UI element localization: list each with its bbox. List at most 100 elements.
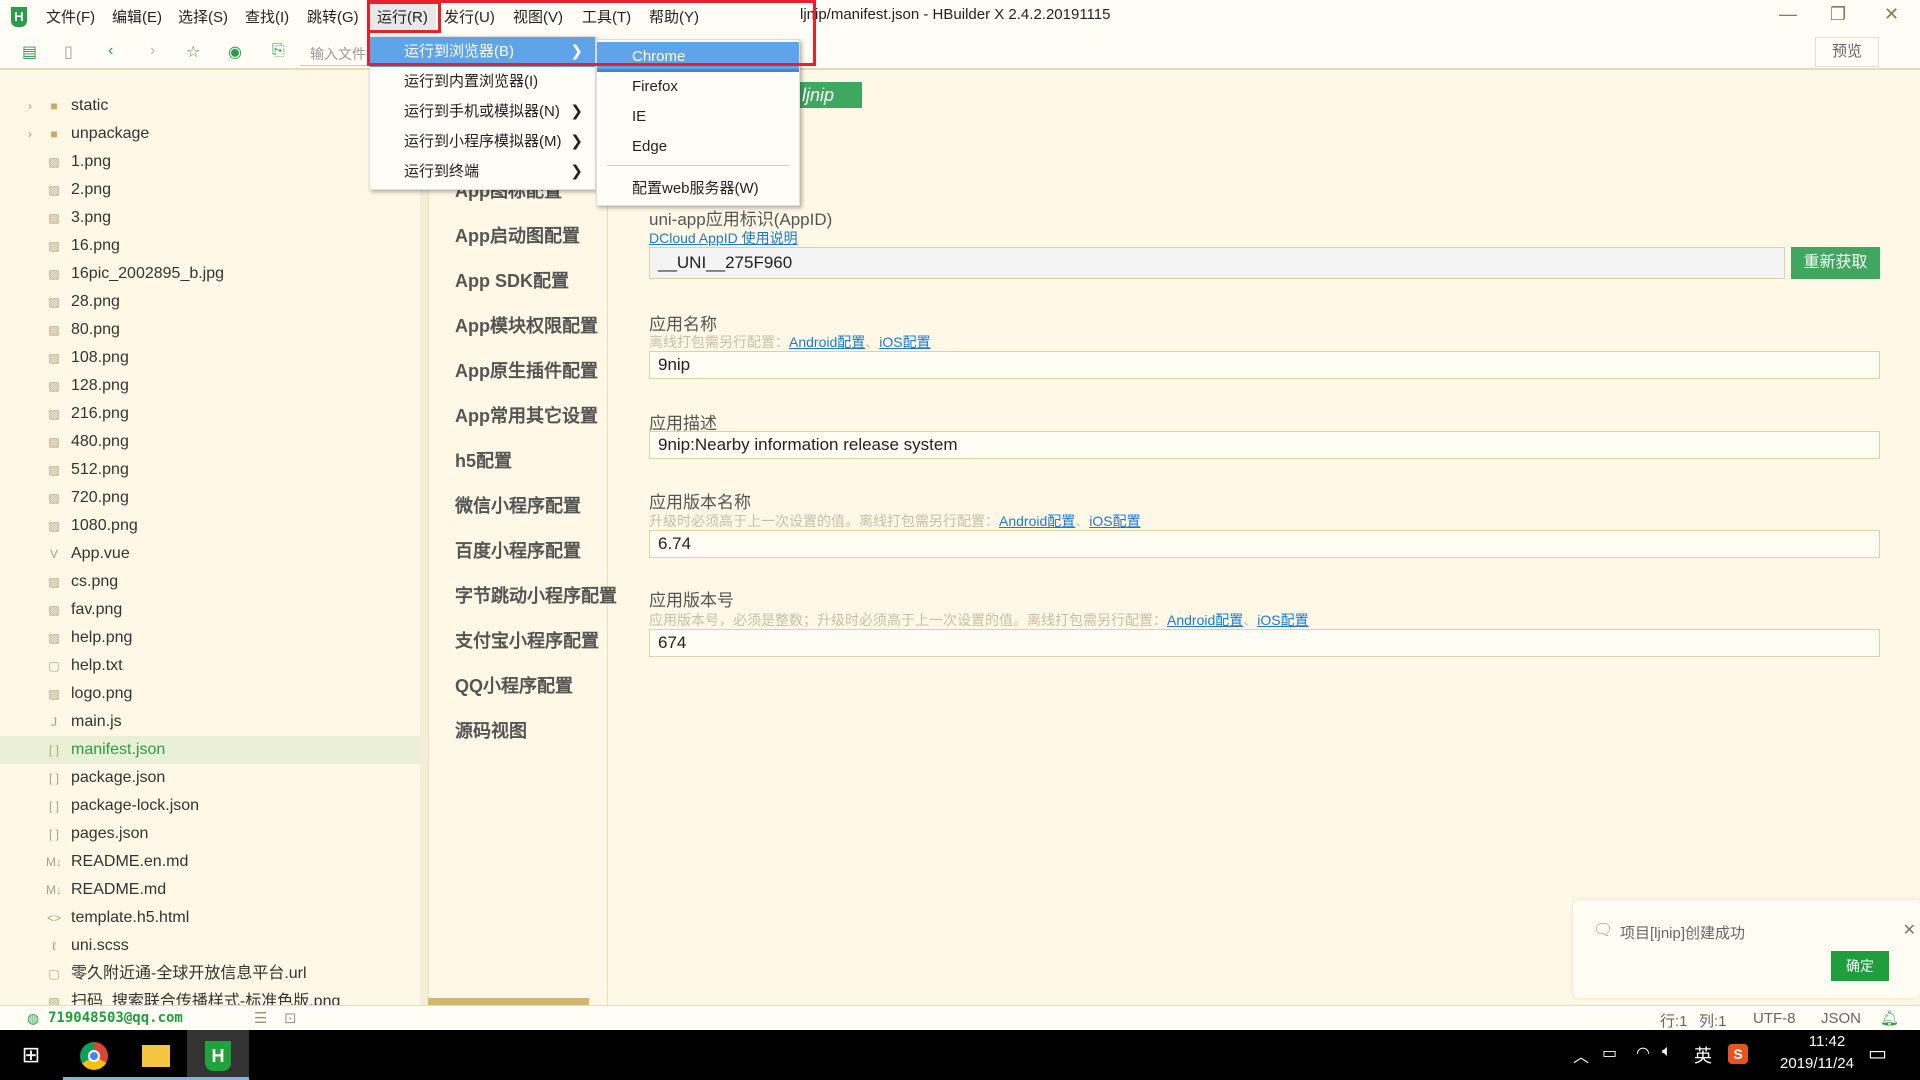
config-nav-item[interactable]: App原生插件配置 [455,357,598,383]
menu-goto[interactable]: 跳转(G) [307,6,359,27]
file-tree-item[interactable]: ▨ 108.png [0,344,420,372]
user-account[interactable]: 719048503@qq.com [48,1010,183,1026]
config-nav-item[interactable]: 支付宝小程序配置 [455,627,599,653]
config-nav-item[interactable]: QQ小程序配置 [455,672,573,698]
config-nav-item[interactable]: h5配置 [455,447,512,473]
file-tree-item[interactable]: ▨ 720.png [0,484,420,512]
run-icon[interactable]: ◉ [228,42,242,62]
windows-start-icon[interactable]: ⊞ [0,1030,62,1080]
file-tree-item[interactable]: <> template.h5.html [0,904,420,932]
file-tree-item[interactable]: › ■ unpackage [0,120,420,148]
ios-config-link[interactable]: iOS配置 [1089,513,1140,529]
file-tree-item[interactable]: ▨ 480.png [0,428,420,456]
volume-icon[interactable]: 🔈︎ [1662,1043,1672,1061]
file-tree-item[interactable]: ▨ logo.png [0,680,420,708]
file-tree-item[interactable]: ▢ help.txt [0,652,420,680]
file-tree-item[interactable]: [ ] pages.json [0,820,420,848]
version-code-input[interactable]: 674 [649,629,1880,657]
menu-view[interactable]: 视图(V) [513,6,563,27]
file-tree-item[interactable]: ℓ uni.scss [0,932,420,960]
clock-date[interactable]: 2019/11/24 [1767,1055,1867,1072]
app-name-input[interactable]: 9nip [649,351,1880,379]
file-tree-item[interactable]: [ ] package.json [0,764,420,792]
app-desc-input[interactable]: 9nip:Nearby information release system [649,431,1880,459]
bell-icon[interactable]: 🔔︎ [1880,1009,1899,1027]
list-icon[interactable]: ☰ [254,1009,267,1027]
file-tree-item[interactable]: ▨ 512.png [0,456,420,484]
file-tree-item[interactable]: ▨ 1080.png [0,512,420,540]
menu-publish[interactable]: 发行(U) [444,6,495,27]
file-tree-item[interactable]: V App.vue [0,540,420,568]
menu-find[interactable]: 查找(I) [245,6,289,27]
file-tree-item[interactable]: ▨ 16pic_2002895_b.jpg [0,260,420,288]
file-tree-item[interactable]: ▨ 1.png [0,148,420,176]
file-tree-item[interactable]: ▨ cs.png [0,568,420,596]
run-to-browser-item[interactable]: 运行到浏览器(B) ❯ [370,37,595,67]
ime-indicator[interactable]: 英 [1694,1042,1712,1068]
run-to-device-item[interactable]: 运行到手机或模拟器(N) ❯ [370,97,595,127]
chevron-right-icon[interactable]: › [28,120,32,148]
android-config-link[interactable]: Android配置 [999,513,1075,529]
hbuilder-taskbar-icon[interactable]: H [187,1030,249,1080]
clock-time[interactable]: 11:42 [1787,1033,1867,1050]
chevron-right-icon[interactable]: › [28,92,32,120]
android-config-link[interactable]: Android配置 [1167,612,1243,628]
file-tree-item[interactable]: ▨ 216.png [0,400,420,428]
config-nav-item[interactable]: App启动图配置 [455,222,580,248]
file-tree-item[interactable]: ▨ fav.png [0,596,420,624]
file-tree-item[interactable]: ▨ 28.png [0,288,420,316]
android-config-link[interactable]: Android配置 [789,334,865,350]
syntax-mode[interactable]: JSON [1821,1010,1861,1027]
file-tree-item[interactable]: ▨ 128.png [0,372,420,400]
terminal-icon[interactable]: ⊡ [284,1009,297,1027]
menu-file[interactable]: 文件(F) [46,6,95,27]
battery-icon[interactable]: ▭ [1602,1043,1617,1063]
file-tree-item[interactable]: ▨ 3.png [0,204,420,232]
forward-icon[interactable]: › [150,42,155,60]
find-file-icon[interactable]: ⎘ [272,42,285,60]
back-icon[interactable]: ‹ [108,42,113,60]
file-tree-item[interactable]: › ■ static [0,92,420,120]
browser-firefox-item[interactable]: Firefox [597,72,799,102]
menu-tools[interactable]: 工具(T) [582,6,631,27]
file-tree-item[interactable]: ▨ 16.png [0,232,420,260]
file-tree-item[interactable]: ▢ 零久附近通-全球开放信息平台.url [0,960,420,988]
user-icon[interactable]: ◍ [27,1010,39,1027]
file-tree-item[interactable]: M↓ README.en.md [0,848,420,876]
restore-icon[interactable]: ❐ [1830,4,1846,25]
menu-edit[interactable]: 编辑(E) [112,6,162,27]
file-tree-item[interactable]: Jmain.js [0,708,420,736]
minimize-icon[interactable]: — [1779,4,1797,25]
run-to-miniprogram-item[interactable]: 运行到小程序模拟器(M) ❯ [370,127,595,157]
file-tree-scrollbar[interactable] [420,72,428,1005]
show-hidden-icons[interactable]: ︿ [1573,1043,1589,1067]
refresh-appid-button[interactable]: 重新获取 [1791,247,1880,279]
new-file-icon[interactable]: ▤ [22,42,37,62]
sogou-ime-icon[interactable]: S [1728,1044,1748,1064]
config-nav-item[interactable]: App SDK配置 [455,267,569,293]
ios-config-link[interactable]: iOS配置 [1257,612,1308,628]
encoding[interactable]: UTF-8 [1753,1010,1796,1027]
run-to-terminal-item[interactable]: 运行到终端 ❯ [370,157,595,187]
action-center-icon[interactable]: ▭ [1868,1041,1887,1066]
file-tree-item[interactable]: ▨ help.png [0,624,420,652]
file-tree-item[interactable]: [ ] package-lock.json [0,792,420,820]
config-nav-item[interactable]: 字节跳动小程序配置 [455,582,617,608]
file-tree-item[interactable]: ▨ 80.png [0,316,420,344]
toast-close-icon[interactable]: ✕ [1903,920,1916,940]
file-tree-item[interactable]: [ ] manifest.json [0,736,420,764]
browser-ie-item[interactable]: IE [597,102,799,132]
star-icon[interactable]: ☆ [186,42,200,62]
file-tree-item[interactable]: M↓ README.md [0,876,420,904]
appid-input[interactable]: __UNI__275F960 [649,247,1785,279]
wifi-icon[interactable]: ◠ [1636,1043,1650,1063]
toast-ok-button[interactable]: 确定 [1831,951,1889,981]
run-to-builtin-browser-item[interactable]: 运行到内置浏览器(I) [370,67,595,97]
config-nav-item[interactable]: 微信小程序配置 [455,492,581,518]
appid-help-link[interactable]: DCloud AppID 使用说明 [649,230,798,246]
config-nav-item[interactable]: App常用其它设置 [455,402,598,428]
file-tree-item[interactable]: ▨ 扫码_搜索联合传播样式-标准色版.png [0,988,420,1005]
config-nav-item[interactable]: App模块权限配置 [455,312,598,338]
config-nav-item[interactable]: 百度小程序配置 [455,537,581,563]
file-tree-item[interactable]: ▨ 2.png [0,176,420,204]
